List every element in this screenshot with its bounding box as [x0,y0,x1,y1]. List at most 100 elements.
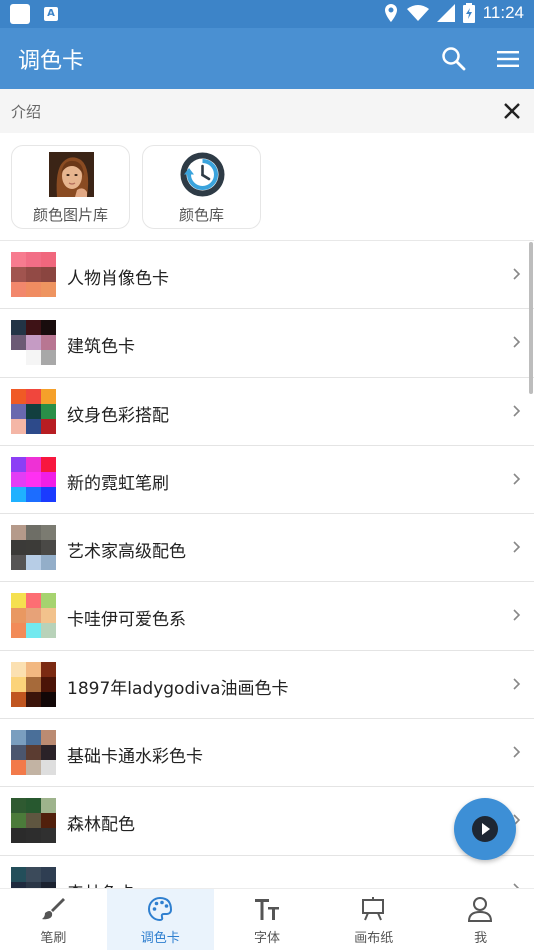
status-bar: A 11:24 [0,0,534,28]
swatch-cell [26,661,41,677]
swatch-cell [26,335,41,351]
palette-name: 纹身色彩搭配 [67,405,169,426]
swatch-cell [11,403,26,419]
list-item[interactable]: 建筑色卡 [0,309,534,378]
swatch-cell [41,608,56,624]
list-item[interactable]: 基础卡通水彩色卡 [0,719,534,788]
swatch-cell [41,730,56,746]
history-icon [180,152,225,197]
swatch-cell [11,760,26,776]
tab-me[interactable]: 我 [427,889,534,950]
list-item[interactable]: 人物肖像色卡 [0,241,534,310]
close-icon[interactable] [500,99,524,123]
tab-palette-label: 调色卡 [140,931,180,946]
swatch-cell [11,828,26,844]
swatch-cell [26,866,41,882]
swatch-cell [41,828,56,844]
swatch-cell [41,350,56,366]
swatch-cell [41,320,56,336]
swatch-cell [26,555,41,571]
easel-icon [362,897,385,921]
palette-swatch [11,252,56,297]
swatch-cell [11,745,26,761]
swatch-cell [26,745,41,761]
palette-swatch [11,730,56,776]
swatch-cell [41,418,56,434]
swatch-cell [11,525,26,541]
swatch-cell [41,623,56,639]
tab-brush-label: 笔刷 [40,931,67,946]
tab-brush[interactable]: 笔刷 [0,889,107,950]
color-library-card[interactable]: 颜色库 [142,145,261,229]
tab-canvas-label: 画布纸 [354,931,394,946]
swatch-cell [26,760,41,776]
palette-swatch [11,661,56,707]
swatch-cell [11,676,26,692]
swatch-cell [26,456,41,472]
location-icon [384,4,397,22]
swatch-cell [41,252,56,267]
swatch-cell [41,760,56,776]
palette-name: 基础卡通水彩色卡 [67,747,203,768]
chevron-right-icon [513,405,521,417]
swatch-cell [26,691,41,707]
swatch-cell [41,555,56,571]
scrollbar[interactable] [529,242,533,394]
swatch-cell [41,798,56,814]
list-item[interactable]: 卡哇伊可爱色系 [0,582,534,651]
portrait-thumbnail [49,152,94,197]
search-icon[interactable] [440,45,468,73]
page-title: 调色卡 [18,49,85,74]
palette-swatch [11,320,56,366]
chevron-right-icon [513,746,521,758]
menu-icon[interactable] [494,45,522,73]
palette-swatch [11,798,56,844]
list-item[interactable]: 新的霓虹笔刷 [0,446,534,515]
chevron-right-icon [513,336,521,348]
swatch-cell [11,540,26,556]
swatch-cell [11,608,26,624]
swatch-cell [41,486,56,502]
tab-palette[interactable]: 调色卡 [106,889,214,950]
swatch-cell [26,828,41,844]
tab-canvas[interactable]: 画布纸 [320,889,427,950]
palette-name: 新的霓虹笔刷 [67,473,169,494]
intro-bar: 介绍 [0,89,534,133]
palette-name: 人物肖像色卡 [67,269,169,289]
swatch-cell [11,418,26,434]
intro-label: 介绍 [11,103,42,121]
swatch-cell [11,282,26,297]
chevron-right-icon [513,678,521,690]
swatch-cell [11,593,26,609]
list-item[interactable]: 纹身色彩搭配 [0,378,534,446]
tab-me-label: 我 [474,931,488,946]
swatch-cell [41,525,56,541]
swatch-cell [11,320,26,336]
swatch-cell [41,456,56,472]
swatch-cell [41,267,56,282]
swatch-cell [26,471,41,487]
swatch-cell [26,676,41,692]
swatch-cell [11,388,26,404]
swatch-cell [26,730,41,746]
list-item[interactable]: 艺术家高级配色 [0,514,534,583]
swatch-cell [41,593,56,609]
chevron-right-icon [513,609,521,622]
clock: 11:24 [482,3,524,22]
swatch-cell [26,267,41,282]
bottom-nav: 笔刷 调色卡 字体 画布纸 我 [0,888,534,950]
swatch-cell [11,350,26,366]
font-icon [254,899,279,920]
swatch-cell [11,267,26,282]
swatch-cell [11,335,26,351]
tab-font[interactable]: 字体 [214,889,321,950]
swatch-cell [11,730,26,746]
color-image-library-label: 颜色图片库 [32,206,108,224]
list-item[interactable]: 1897年ladygodiva油画色卡 [0,651,534,720]
swatch-cell [26,608,41,624]
palette-swatch [11,593,56,639]
swatch-cell [11,252,26,267]
play-button[interactable] [454,798,516,860]
chevron-right-icon [513,541,521,553]
color-image-library-card[interactable]: 颜色图片库 [11,145,130,229]
